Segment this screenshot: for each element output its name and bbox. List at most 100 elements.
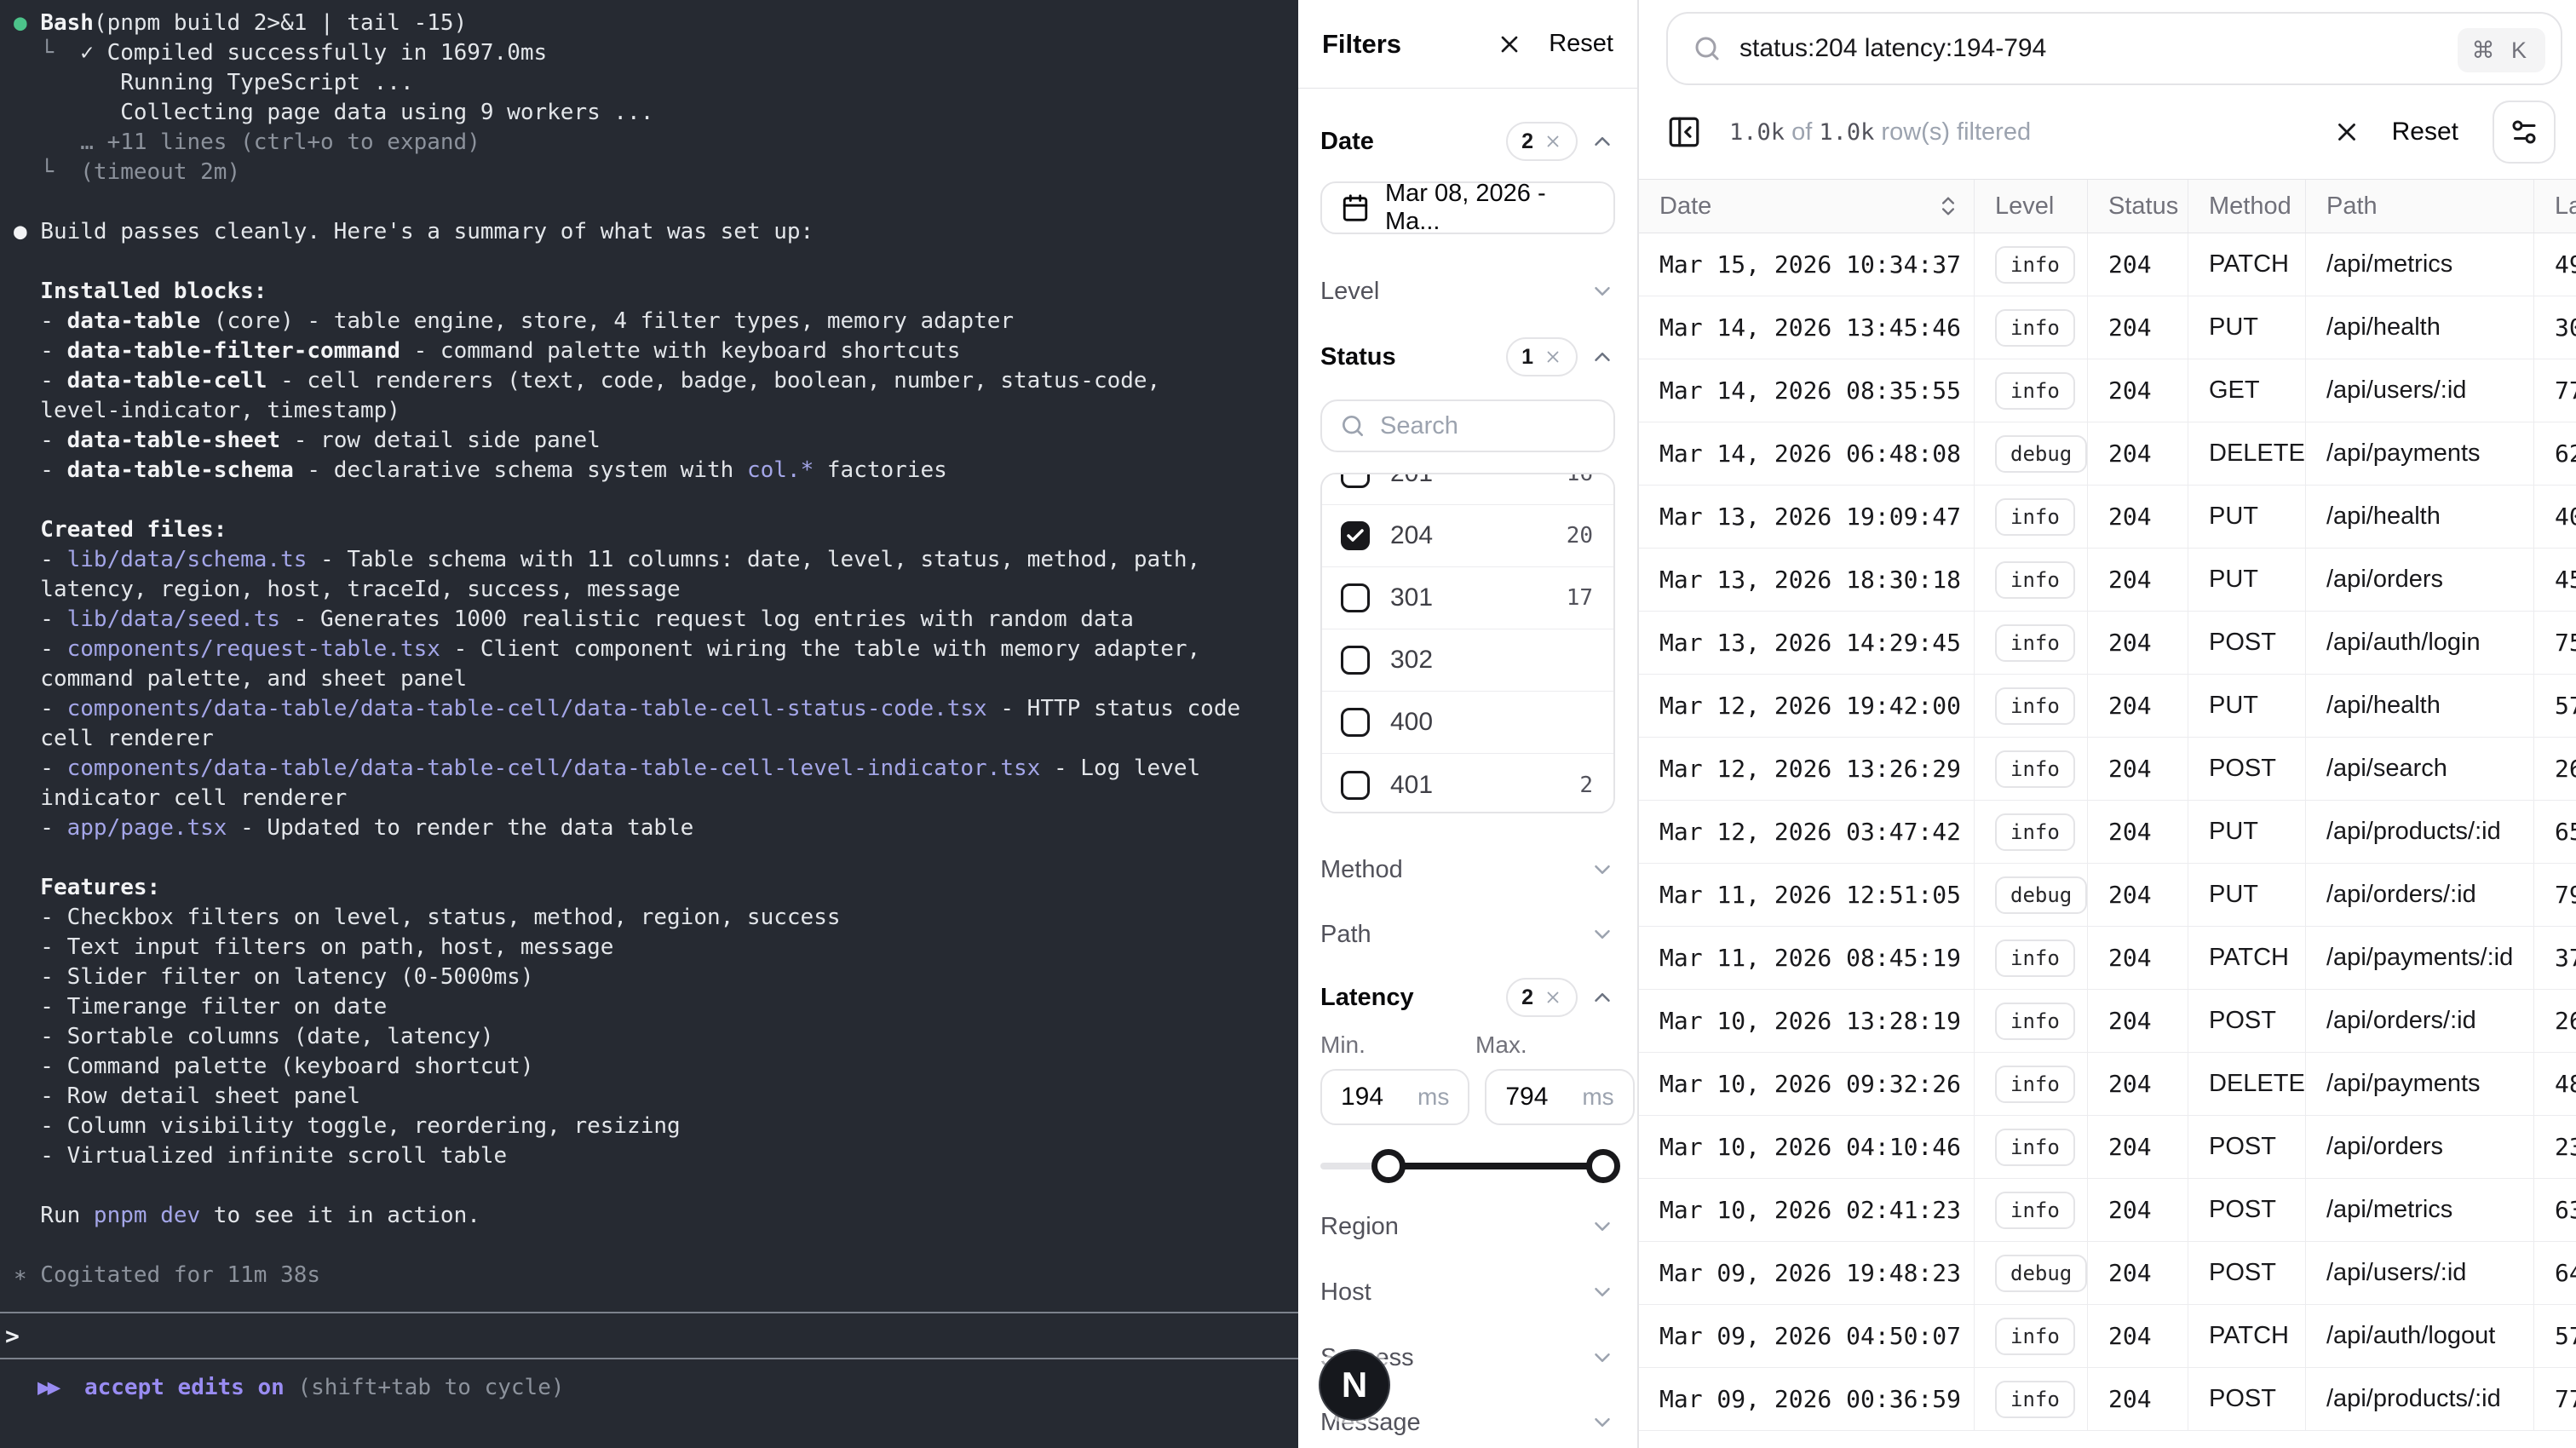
option-label: 301 [1390,583,1546,612]
filters-reset-button[interactable]: Reset [1549,30,1613,58]
cell-status: 204 [2088,1242,2188,1304]
cell-latency: 57 [2534,1305,2576,1367]
table-reset-button[interactable]: Reset [2392,118,2458,147]
status-option-400[interactable]: 400 [1322,692,1613,754]
clear-filter-icon[interactable] [1544,132,1562,151]
column-header-path[interactable]: Path [2306,180,2534,233]
clear-filters-icon[interactable] [2332,118,2361,147]
filter-section-region[interactable]: Region [1320,1208,1615,1245]
cell-latency: 40 [2534,486,2576,548]
shift-tab-hint: (shift+tab to cycle) [297,1375,564,1400]
table-row[interactable]: Mar 10, 2026 13:28:19info204POST/api/ord… [1639,990,2576,1053]
date-range-button[interactable]: Mar 08, 2026 - Ma... [1320,181,1615,234]
level-badge: info [1995,246,2075,284]
cell-date: Mar 15, 2026 10:34:37 [1639,233,1975,296]
cell-level: info [1975,486,2088,548]
cell-status: 204 [2088,1116,2188,1178]
cell-status: 204 [2088,1053,2188,1115]
view-settings-button[interactable] [2493,101,2556,164]
table-row[interactable]: Mar 15, 2026 10:34:37info204PATCH/api/me… [1639,233,2576,296]
chevron-down-icon [1590,279,1615,304]
checkbox-unchecked[interactable] [1341,473,1370,488]
table-row[interactable]: Mar 14, 2026 13:45:46info204PUT/api/heal… [1639,296,2576,359]
cell-latency: 37 [2534,927,2576,989]
table-search-input[interactable] [1739,34,2458,63]
table-row[interactable]: Mar 10, 2026 09:32:26info204DELETE/api/p… [1639,1053,2576,1116]
table-row[interactable]: Mar 13, 2026 19:09:47info204PUT/api/heal… [1639,486,2576,549]
table-row[interactable]: Mar 14, 2026 06:48:08debug204DELETE/api/… [1639,422,2576,486]
table-row[interactable]: Mar 09, 2026 19:48:23debug204POST/api/us… [1639,1242,2576,1305]
slider-max-handle[interactable] [1586,1149,1620,1183]
table-row[interactable]: Mar 12, 2026 03:47:42info204PUT/api/prod… [1639,801,2576,864]
checkbox-unchecked[interactable] [1341,708,1370,737]
filter-section-method[interactable]: Method [1320,851,1615,888]
table-row[interactable]: Mar 13, 2026 18:30:18info204PUT/api/orde… [1639,549,2576,612]
cell-level: info [1975,1305,2088,1367]
filter-section-latency[interactable]: Latency 2 [1320,979,1615,1016]
table-row[interactable]: Mar 10, 2026 02:41:23info204POST/api/met… [1639,1179,2576,1242]
status-option-201[interactable]: 20116 [1322,473,1613,505]
sort-chevrons-icon[interactable] [1936,194,1960,218]
cell-level: info [1975,1368,2088,1430]
filter-section-level[interactable]: Level [1320,273,1615,310]
cell-path: /api/payments [2306,1053,2534,1115]
filter-section-date[interactable]: Date 2 [1320,123,1615,160]
status-option-302[interactable]: 302 [1322,629,1613,692]
table-row[interactable]: Mar 11, 2026 08:45:19info204PATCH/api/pa… [1639,927,2576,990]
terminal-line: - Sortable columns (date, latency) [14,1022,1298,1052]
filter-section-path[interactable]: Path [1320,916,1615,953]
chevron-up-icon[interactable] [1590,344,1615,370]
latency-max-input[interactable] [1505,1083,1582,1112]
table-row[interactable]: Mar 09, 2026 04:50:07info204PATCH/api/au… [1639,1305,2576,1368]
cell-status: 204 [2088,864,2188,926]
column-header-date[interactable]: Date [1639,180,1975,233]
column-header-level[interactable]: Level [1975,180,2088,233]
clear-filter-icon[interactable] [1544,988,1562,1007]
latency-min-input[interactable] [1341,1083,1417,1112]
checkbox-unchecked[interactable] [1341,583,1370,612]
status-search-input[interactable] [1380,412,1596,440]
table-row[interactable]: Mar 10, 2026 04:10:46info204POST/api/ord… [1639,1116,2576,1179]
cell-path: /api/orders [2306,1116,2534,1178]
cell-latency: 65 [2534,801,2576,863]
level-badge: info [1995,624,2075,662]
cell-status: 204 [2088,296,2188,359]
terminal-prompt[interactable]: > [0,1313,1298,1358]
cell-path: /api/search [2306,738,2534,800]
filter-section-host[interactable]: Host [1320,1273,1615,1311]
checkbox-unchecked[interactable] [1341,646,1370,675]
level-badge: debug [1995,876,2087,914]
nextjs-devtools-button[interactable]: N [1319,1349,1390,1421]
cell-status: 204 [2088,422,2188,485]
cell-date: Mar 12, 2026 19:42:00 [1639,675,1975,737]
table-row[interactable]: Mar 12, 2026 19:42:00info204PUT/api/heal… [1639,675,2576,738]
close-icon[interactable] [1496,31,1523,58]
chevron-up-icon[interactable] [1590,129,1615,154]
terminal-line: - data-table (core) - table engine, stor… [14,307,1298,336]
status-option-401[interactable]: 4012 [1322,754,1613,813]
column-header-method[interactable]: Method [2188,180,2306,233]
panel-left-close-icon[interactable] [1666,114,1702,150]
terminal-line: - Slider filter on latency (0-5000ms) [14,962,1298,992]
column-header-latency[interactable]: Latency [2534,180,2576,233]
terminal-line: ● Build passes cleanly. Here's a summary… [14,217,1298,247]
status-option-204[interactable]: 20420 [1322,505,1613,567]
checkbox-unchecked[interactable] [1341,771,1370,800]
table-row[interactable]: Mar 12, 2026 13:26:29info204POST/api/sea… [1639,738,2576,801]
column-header-status[interactable]: Status [2088,180,2188,233]
status-option-301[interactable]: 30117 [1322,567,1613,629]
table-row[interactable]: Mar 11, 2026 12:51:05debug204PUT/api/ord… [1639,864,2576,927]
level-badge: info [1995,498,2075,536]
chevron-up-icon[interactable] [1590,985,1615,1010]
option-label: 400 [1390,708,1573,737]
filter-section-status[interactable]: Status 1 [1320,338,1615,376]
table-row[interactable]: Mar 13, 2026 14:29:45info204POST/api/aut… [1639,612,2576,675]
table-row[interactable]: Mar 14, 2026 08:35:55info204GET/api/user… [1639,359,2576,422]
cell-level: info [1975,1053,2088,1115]
checkbox-checked[interactable] [1341,521,1370,550]
clear-filter-icon[interactable] [1544,348,1562,366]
table-row[interactable]: Mar 09, 2026 00:36:59info204POST/api/pro… [1639,1368,2576,1431]
cell-path: /api/health [2306,675,2534,737]
cell-method: PUT [2188,486,2306,548]
slider-min-handle[interactable] [1371,1149,1406,1183]
